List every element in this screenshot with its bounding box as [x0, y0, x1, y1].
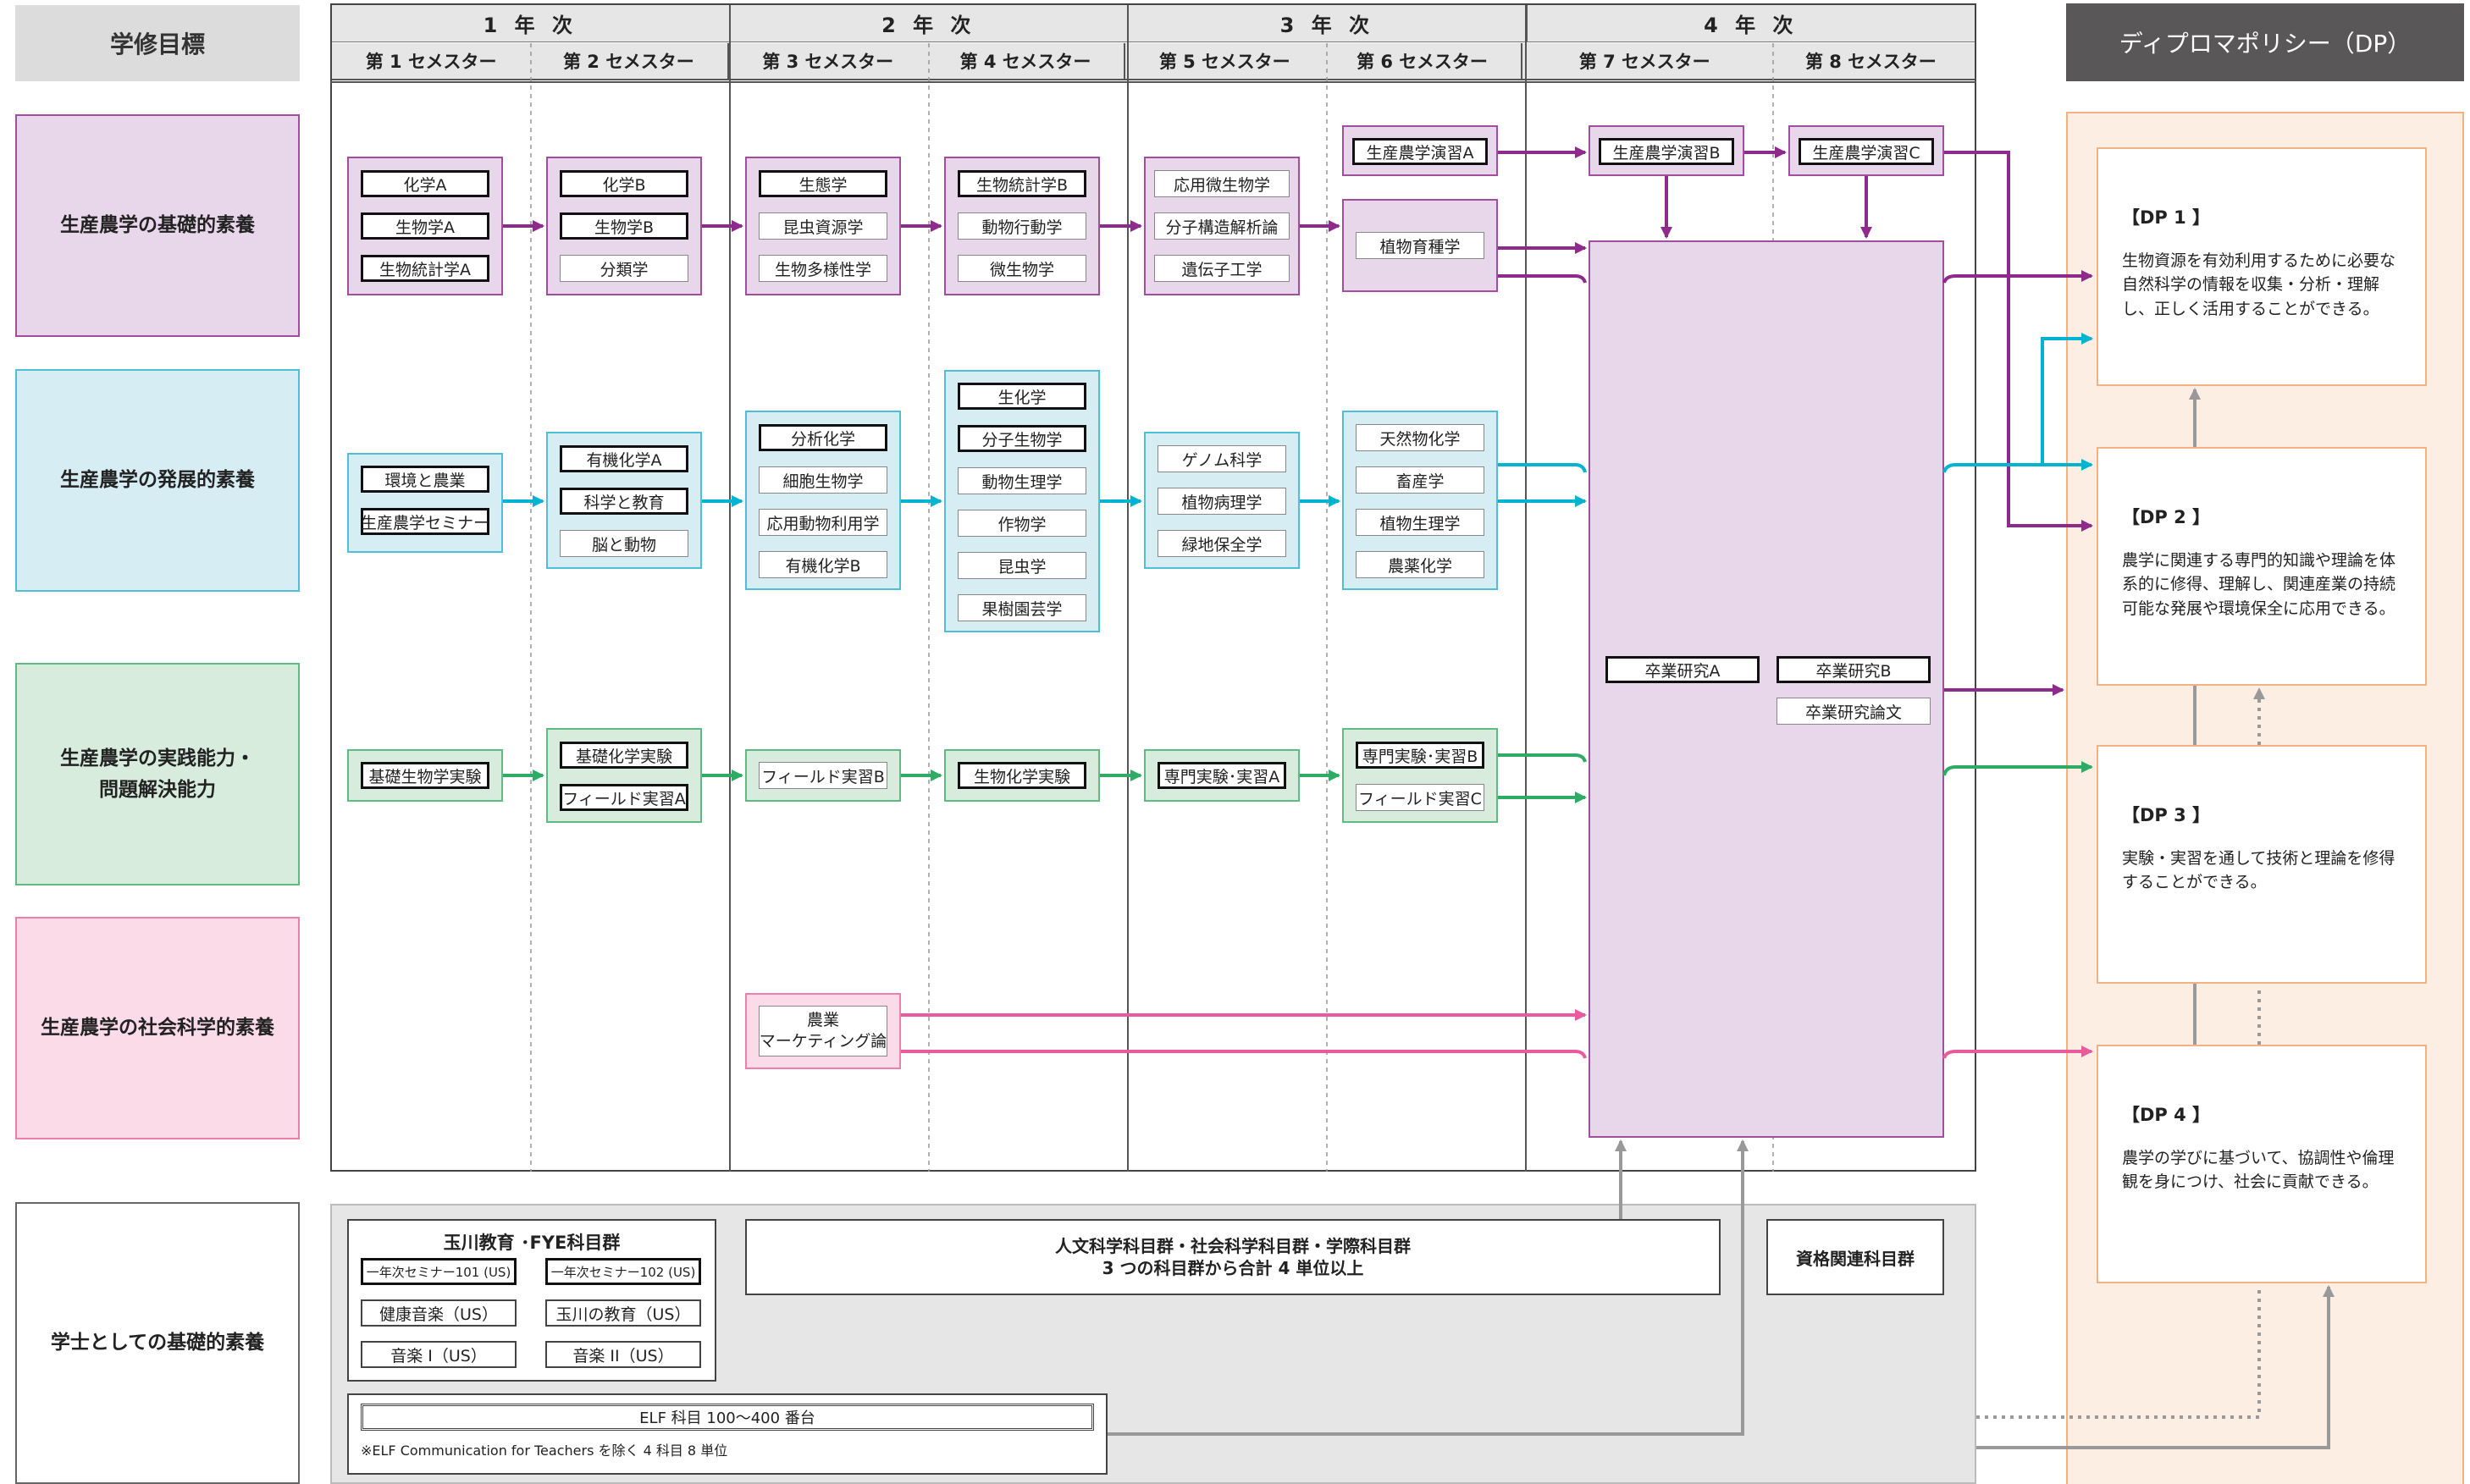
course-line: マーケティング論 — [759, 1032, 887, 1051]
course-box: 生物化学実験 — [958, 762, 1086, 789]
course-box: 化学A — [361, 170, 489, 197]
course-box: 植物育種学 — [1356, 232, 1484, 259]
fye-title: 玉川教育 ･FYE科目群 — [443, 1233, 621, 1253]
course-box: 昆虫学 — [958, 552, 1086, 579]
dp4-box: 【DP 4 】 農学の学びに基づいて、協調性や倫理観を身につけ、社会に貢献できる… — [2097, 1045, 2427, 1283]
course-box: 生物統計学B — [958, 170, 1086, 197]
course-box: 生産農学演習C — [1799, 138, 1934, 165]
course-box: 環境と農業 — [361, 466, 489, 493]
course-box: ゲノム科学 — [1158, 445, 1286, 472]
course-box: 科学と教育 — [560, 488, 688, 515]
course-box: フィールド実習A — [560, 784, 688, 811]
course-box: 生産農学セミナー — [361, 508, 489, 535]
dp3-title: 【DP 3 】 — [2122, 805, 2211, 825]
course-box: 基礎化学実験 — [560, 742, 688, 769]
dp2-box: 【DP 2 】 農学に関連する専門的知識や理論を体系的に修得、理解し、関連産業の… — [2097, 447, 2427, 686]
course-box: 一年次セミナー102 (US) — [545, 1258, 701, 1285]
course-box: 生産農学演習A — [1352, 138, 1488, 165]
dp1-title: 【DP 1 】 — [2122, 207, 2211, 228]
course-box: 植物生理学 — [1356, 509, 1484, 536]
humanities-line1: 人文科学科目群・社会科学科目群・学際科目群 — [1055, 1236, 1411, 1256]
course-box: 音楽 I（US） — [361, 1341, 517, 1368]
course-box: 生物統計学A — [361, 255, 489, 282]
elf-title: ELF 科目 100～400 番台 — [361, 1404, 1094, 1431]
course-box: フィールド実習C — [1356, 784, 1484, 811]
humanities-group: 人文科学科目群・社会科学科目群・学際科目群 3 つの科目群から合計 4 単位以上 — [745, 1219, 1721, 1295]
course-box: 果樹園芸学 — [958, 594, 1086, 621]
course-box: 緑地保全学 — [1158, 530, 1286, 557]
course-box: 分類学 — [560, 255, 688, 282]
course-box: 生物学A — [361, 212, 489, 240]
course-box: 化学B — [560, 170, 688, 197]
dp3-text: 実験・実習を通して技術と理論を修得することができる。 — [2122, 848, 2395, 892]
course-box: 昆虫資源学 — [759, 212, 887, 240]
dp2-title: 【DP 2 】 — [2122, 507, 2211, 527]
course-box: 生物学B — [560, 212, 688, 240]
course-box: 細胞生物学 — [759, 466, 887, 494]
course-box: 一年次セミナー101 (US) — [361, 1258, 517, 1285]
dp1-text: 生物資源を有効利用するために必要な自然科学の情報を収集・分析・理解し、正しく活用… — [2122, 251, 2396, 318]
course-box: 畜産学 — [1356, 466, 1484, 494]
dp1-box: 【DP 1 】 生物資源を有効利用するために必要な自然科学の情報を収集・分析・理… — [2097, 147, 2427, 386]
dp4-title: 【DP 4 】 — [2122, 1105, 2211, 1125]
course-box: 有機化学A — [560, 445, 688, 472]
dp4-text: 農学の学びに基づいて、協調性や倫理観を身につけ、社会に貢献できる。 — [2122, 1148, 2395, 1192]
course-box: 生化学 — [958, 383, 1086, 410]
course-box: 玉川の教育（US） — [545, 1299, 701, 1327]
course-box: 分析化学 — [759, 424, 887, 451]
course-box: 天然物化学 — [1356, 424, 1484, 451]
course-box: 脳と動物 — [560, 530, 688, 557]
course-box: 作物学 — [958, 510, 1086, 537]
humanities-line2: 3 つの科目群から合計 4 単位以上 — [1102, 1258, 1364, 1278]
course-box: 基礎生物学実験 — [361, 762, 489, 789]
group-thesis — [1589, 240, 1944, 1138]
course-box: 専門実験･実習B — [1356, 742, 1484, 769]
course-box: 動物生理学 — [958, 467, 1086, 494]
course-box: 音楽 II（US） — [545, 1341, 701, 1368]
dp3-box: 【DP 3 】 実験・実習を通して技術と理論を修得することができる。 — [2097, 745, 2427, 984]
course-box: 有機化学B — [759, 551, 887, 578]
dp-header: ディプロマポリシー（DP） — [2066, 3, 2464, 81]
course-box: 卒業研究B — [1777, 656, 1931, 683]
course-box: 卒業研究A — [1605, 656, 1760, 683]
course-box: 分子生物学 — [958, 425, 1086, 452]
course-box: 生物多様性学 — [759, 255, 887, 282]
course-box: 卒業研究論文 — [1777, 698, 1931, 725]
course-box: 農薬化学 — [1356, 551, 1484, 578]
course-line: 農業 — [806, 1011, 839, 1030]
qualification-group: 資格関連科目群 — [1766, 1219, 1944, 1295]
course-box: フィールド実習B — [759, 762, 887, 789]
course-box: 遺伝子工学 — [1154, 255, 1290, 282]
course-box: 応用微生物学 — [1154, 170, 1290, 197]
dp2-text: 農学に関連する専門的知識や理論を体系的に修得、理解し、関連産業の持続可能な発展や… — [2122, 550, 2396, 618]
course-box: 専門実験･実習A — [1158, 762, 1286, 789]
course-box: 応用動物利用学 — [759, 509, 887, 536]
course-box-marketing: 農業 マーケティング論 — [759, 1006, 887, 1056]
course-box: 微生物学 — [958, 255, 1086, 282]
elf-group: ELF 科目 100～400 番台 ※ELF Communication for… — [347, 1393, 1108, 1475]
course-box: 動物行動学 — [958, 212, 1086, 240]
course-box: 生態学 — [759, 170, 887, 197]
elf-note: ※ELF Communication for Teachers を除く 4 科目… — [361, 1443, 728, 1459]
course-box: 生産農学演習B — [1599, 138, 1734, 165]
course-box: 分子構造解析論 — [1154, 212, 1290, 240]
course-box: 植物病理学 — [1158, 488, 1286, 515]
course-box: 健康音楽（US） — [361, 1299, 517, 1327]
